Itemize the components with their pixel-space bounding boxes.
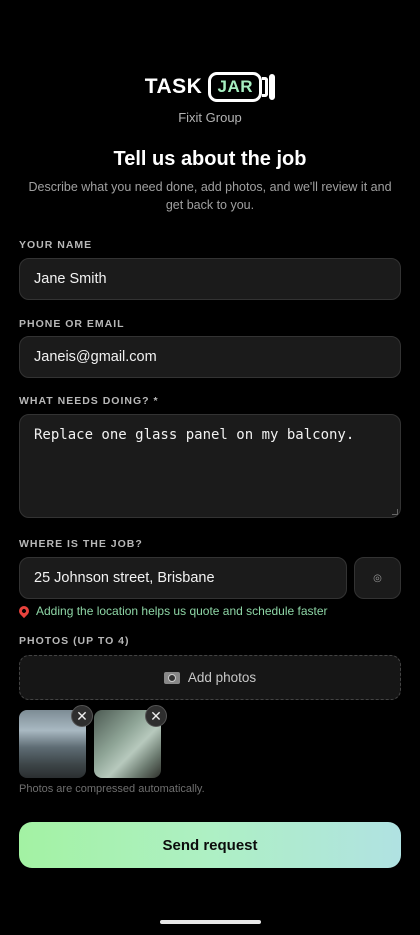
job-description-text: Replace one glass panel on my balcony. [34, 427, 355, 443]
remove-photo-2-button[interactable]: ✕ [145, 705, 167, 727]
send-request-button[interactable]: Send request [19, 822, 401, 868]
job-label: WHAT NEEDS DOING? * [19, 395, 159, 407]
job-description-field[interactable]: Replace one glass panel on my balcony. [19, 414, 401, 518]
jar-icon: JAR [208, 72, 276, 102]
page-title: Tell us about the job [113, 148, 307, 170]
photos-label: PHOTOS (UP TO 4) [19, 635, 130, 647]
logo-word-task: TASK [144, 75, 203, 98]
contact-label: PHONE OR EMAIL [19, 318, 125, 330]
resize-handle-icon[interactable] [392, 509, 398, 515]
pin-icon [16, 603, 32, 619]
remove-photo-1-button[interactable]: ✕ [71, 705, 93, 727]
location-hint: Adding the location helps us quote and s… [16, 603, 328, 619]
use-location-button[interactable]: ◎ [354, 557, 401, 599]
name-field[interactable]: Jane Smith [19, 258, 401, 300]
location-field[interactable]: 25 Johnson street, Brisbane [19, 557, 347, 599]
logo-word-jar: JAR [208, 72, 263, 102]
company-name: Fixit Group [178, 110, 242, 125]
add-photos-button[interactable]: Add photos [19, 655, 401, 700]
brand-logo: TASK JAR [0, 72, 420, 102]
camera-icon [163, 671, 180, 684]
location-hint-text: Adding the location helps us quote and s… [36, 604, 328, 618]
home-indicator[interactable] [160, 920, 261, 924]
contact-field[interactable]: Janeis@gmail.com [19, 336, 401, 378]
target-icon: ◎ [373, 572, 382, 584]
photos-note: Photos are compressed automatically. [19, 783, 205, 795]
page-subtitle: Describe what you need done, add photos,… [28, 180, 392, 212]
location-label: WHERE IS THE JOB? [19, 538, 143, 550]
name-label: YOUR NAME [19, 239, 93, 251]
add-photos-label: Add photos [187, 670, 257, 685]
